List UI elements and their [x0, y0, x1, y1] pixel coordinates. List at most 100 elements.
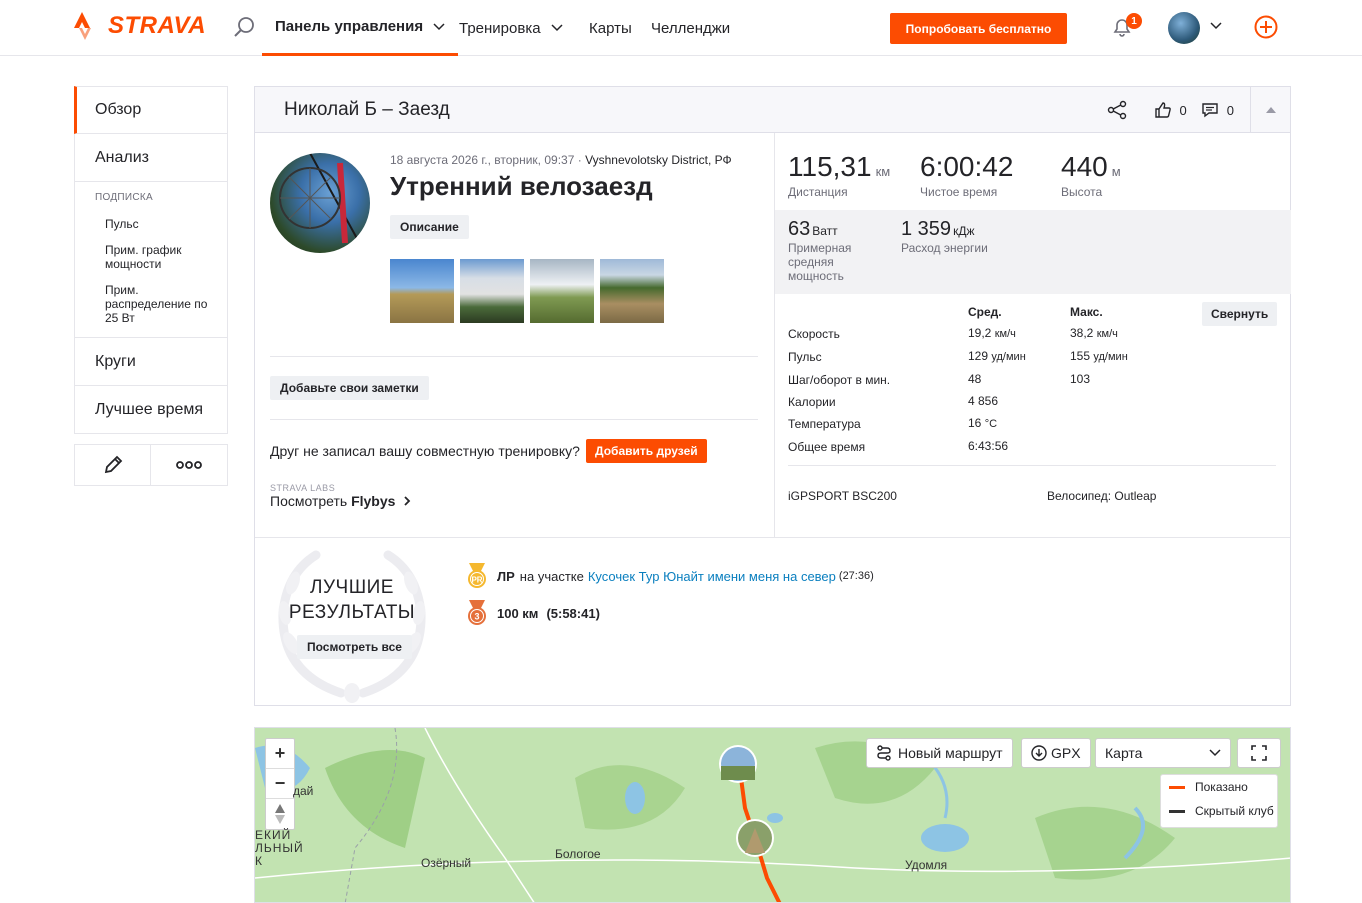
new-route-button[interactable]: Новый маршрут — [866, 738, 1013, 768]
stat-power-unit: Ватт — [812, 224, 838, 238]
nav-dashboard-label: Панель управления — [275, 18, 424, 35]
map-type-select[interactable]: Карта — [1095, 738, 1231, 768]
collapse-stats-button[interactable]: Свернуть — [1202, 302, 1278, 326]
bike-name[interactable]: Outleap — [1114, 489, 1156, 503]
sidebar-item-analysis[interactable]: Анализ — [74, 134, 228, 182]
activity-photo[interactable] — [530, 259, 594, 323]
col-avg-header: Сред. — [968, 305, 1002, 319]
activity-summary: 18 августа 2026 г., вторник, 09:37 · Vys… — [255, 133, 774, 537]
gpx-download-button[interactable]: GPX — [1021, 738, 1091, 768]
stat-distance: 115,31 км Дистанция — [788, 151, 896, 199]
divider — [788, 465, 1276, 466]
collapse-header-button[interactable] — [1250, 87, 1290, 133]
top-navbar: STRAVA Панель управления Тренировка Карт… — [0, 0, 1362, 56]
bike-label: Велосипед: — [1047, 489, 1112, 503]
activity-map[interactable]: + − Новый маршрут GPX Карта Показано Скр… — [254, 727, 1291, 903]
pr-medal-icon: PR — [468, 563, 486, 588]
device-name: iGPSPORT BSC200 — [788, 489, 897, 503]
stat-energy: 1 359 кДж Расход энергии — [901, 218, 1021, 255]
route-icon — [877, 745, 891, 761]
user-avatar[interactable] — [1168, 12, 1200, 44]
stat-row-label: Температура — [788, 417, 861, 431]
reset-north-button[interactable] — [266, 799, 294, 829]
notification-badge: 1 — [1126, 13, 1142, 29]
zoom-out-button[interactable]: − — [266, 769, 294, 799]
map-place-label: Озёрный — [421, 856, 472, 870]
strava-logo[interactable]: STRAVA — [72, 12, 206, 40]
add-plus-icon[interactable] — [1254, 15, 1278, 39]
pr-label: ЛР — [497, 568, 515, 584]
chevron-down-icon[interactable] — [1210, 22, 1222, 30]
sidebar-item-power-distribution[interactable]: Прим. распределение по 25 Вт — [105, 283, 215, 325]
stat-row-max: 38,2 км/ч — [1070, 326, 1118, 340]
fullscreen-button[interactable] — [1237, 738, 1281, 768]
stat-row-avg: 4 856 — [968, 394, 999, 408]
stat-energy-unit: кДж — [953, 224, 975, 238]
best-results-title: ЛУЧШИЕ РЕЗУЛЬТАТЫ — [285, 575, 419, 625]
nav-maps[interactable]: Карты — [589, 0, 632, 56]
col-max-header: Макс. — [1070, 305, 1103, 319]
stat-energy-value: 1 359 — [901, 218, 952, 240]
stat-row-label: Общее время — [788, 440, 866, 454]
nav-dashboard[interactable]: Панель управления — [262, 0, 459, 56]
stat-row-max: 103 — [1070, 372, 1091, 386]
see-all-button[interactable]: Посмотреть все — [297, 635, 412, 659]
share-icon — [1107, 100, 1126, 120]
strava-chevron-icon — [74, 12, 91, 40]
activity-location: Vyshnevolotsky District, РФ — [585, 153, 732, 167]
try-free-button[interactable]: Попробовать бесплатно — [890, 13, 1067, 44]
pr-on-text: на участке — [519, 568, 584, 584]
strava-labs-label: STRAVA LABS — [270, 483, 336, 493]
activity-photo[interactable] — [600, 259, 664, 323]
zoom-in-button[interactable]: + — [266, 739, 294, 769]
sidebar-item-overview[interactable]: Обзор — [74, 86, 228, 134]
caret-up-icon — [1265, 107, 1276, 113]
add-friends-button[interactable]: Добавить друзей — [586, 439, 707, 463]
athlete-avatar[interactable] — [270, 153, 370, 253]
more-options-button[interactable] — [151, 444, 228, 486]
pr-segment-link[interactable]: Кусочек Тур Юнайт имени меня на север — [588, 569, 836, 584]
stat-row-label: Пульс — [788, 350, 822, 364]
compass-icon — [275, 804, 285, 824]
sidebar-item-best-efforts[interactable]: Лучшее время — [74, 386, 228, 434]
nav-challenges[interactable]: Челленджи — [651, 0, 730, 56]
comments-button[interactable]: 0 — [1201, 101, 1234, 119]
map-type-value: Карта — [1105, 745, 1143, 761]
activity-photo[interactable] — [460, 259, 524, 323]
secondary-stats: 63 Ватт Примерная средняя мощность 1 359 к… — [775, 210, 1291, 294]
flybys-link[interactable]: Посмотреть Flybys — [270, 493, 411, 509]
legend-shown: Показано — [1161, 775, 1277, 799]
sidebar-item-laps[interactable]: Круги — [74, 338, 228, 386]
search-icon[interactable] — [232, 15, 256, 39]
stat-elevation-label: Высота — [1061, 185, 1103, 199]
activity-photo[interactable] — [390, 259, 454, 323]
kudos-button[interactable]: 0 — [1154, 101, 1187, 119]
description-button[interactable]: Описание — [390, 215, 469, 239]
divider — [270, 356, 758, 357]
legend-shown-label: Показано — [1195, 780, 1248, 794]
activity-title: Утренний велозаезд — [390, 171, 653, 201]
activity-card: Николай Б – Заезд 0 0 18 августа 2026 г.… — [254, 86, 1291, 706]
share-button[interactable] — [1106, 100, 1128, 120]
sidebar-item-power-curve[interactable]: Прим. график мощности — [105, 243, 215, 271]
stat-power: 63 Ватт Примерная средняя мощность — [788, 218, 868, 283]
sidebar-actions — [74, 444, 228, 486]
legend-shown-swatch — [1169, 785, 1185, 789]
strava-wordmark: STRAVA — [108, 12, 207, 39]
sidebar-item-heart-rate[interactable]: Пульс — [105, 217, 215, 231]
map-place-label: К — [255, 854, 262, 868]
map-place-label: ЕКИЙ — [255, 828, 292, 842]
map-legend: Показано Скрытый клуб — [1160, 774, 1278, 828]
stat-row-avg: 6:43:56 — [968, 439, 1009, 453]
edit-button[interactable] — [74, 444, 151, 486]
sidebar-subscription-title: ПОДПИСКА — [95, 192, 154, 203]
add-notes-button[interactable]: Добавьте свои заметки — [270, 376, 429, 400]
stat-power-value: 63 — [788, 218, 811, 240]
nav-training-label: Тренировка — [459, 19, 541, 37]
nav-training[interactable]: Тренировка — [459, 0, 563, 56]
activity-card-header: Николай Б – Заезд 0 0 — [255, 87, 1290, 133]
chevron-down-icon — [551, 24, 563, 32]
divider — [255, 537, 1290, 538]
chevron-right-icon — [404, 496, 411, 506]
svg-text:3: 3 — [474, 612, 479, 622]
